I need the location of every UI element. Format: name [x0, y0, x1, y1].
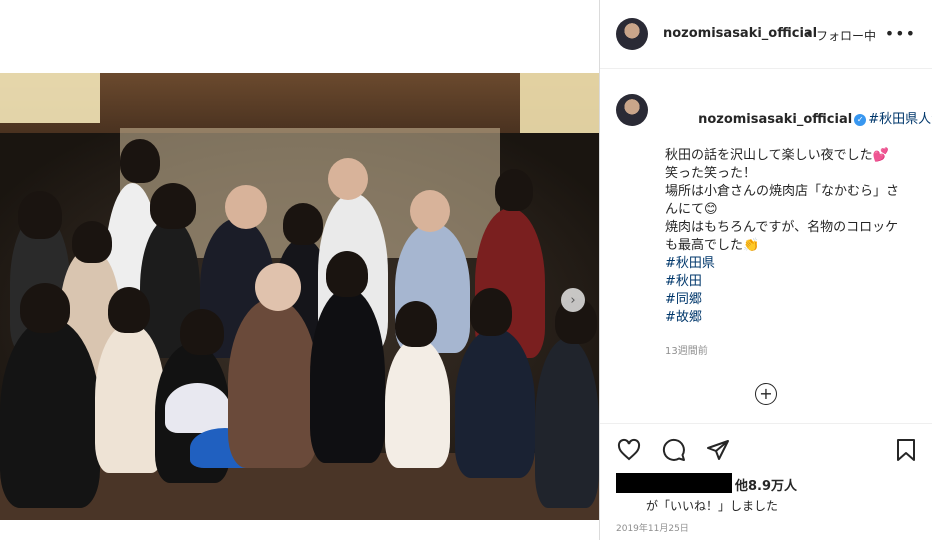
caption-text: nozomisasaki_official✓#秋田県人会 秋田の話を沢山して楽し…: [665, 93, 932, 327]
follow-status-button[interactable]: フォロー中: [816, 27, 876, 44]
hashtag-link[interactable]: #秋田: [665, 273, 905, 291]
photo-lamp-left: [0, 73, 100, 123]
hashtag-link[interactable]: #同郷: [665, 291, 905, 309]
photo-person: [108, 287, 150, 333]
photo-person: [310, 288, 385, 463]
photo-person: [395, 301, 437, 347]
heart-icon[interactable]: [617, 438, 641, 462]
photo-person: [180, 309, 224, 355]
hashtag-link[interactable]: #秋田県: [665, 255, 905, 273]
caption-line: 笑った笑った！: [665, 166, 757, 181]
photo-person: [72, 221, 112, 263]
photo-lamp-right: [520, 73, 599, 133]
photo-person: [535, 338, 599, 508]
photo-person: [120, 139, 160, 183]
caption-line: 場所は小倉さんの焼肉店「なかむら」さ: [665, 184, 900, 199]
photo-person: [20, 283, 70, 333]
hashtag-link[interactable]: #秋田県人会: [868, 112, 932, 127]
photo-person: [165, 383, 230, 433]
post-photo[interactable]: ›: [0, 73, 599, 520]
bookmark-icon[interactable]: [894, 438, 918, 462]
next-photo-button[interactable]: ›: [561, 288, 585, 312]
verified-badge-icon: ✓: [854, 113, 867, 126]
header-username[interactable]: nozomisasaki_official: [663, 26, 817, 41]
likes-count[interactable]: 他8.9万人: [735, 475, 797, 494]
likes-suffix: が「いいね！」しました: [646, 499, 779, 513]
photo-person: [255, 263, 301, 311]
caption-line: んにて😊: [665, 202, 718, 217]
caption-line: 焼肉はもちろんですが、名物のコロッケ: [665, 220, 899, 235]
avatar[interactable]: [616, 18, 648, 50]
caption-line: も最高でした👏: [665, 238, 760, 253]
photo-person: [385, 338, 450, 468]
photo-person: [328, 158, 368, 200]
photo-person: [283, 203, 323, 245]
photo-person: [410, 190, 450, 232]
caption-username[interactable]: nozomisasaki_official: [698, 112, 852, 127]
photo-person: [470, 288, 512, 336]
photo-person: [0, 318, 100, 508]
post-date: 2019年11月25日: [616, 524, 689, 534]
photo-person: [326, 251, 368, 297]
post-time-ago: 13週間前: [665, 346, 708, 357]
header-separator: •: [805, 27, 813, 41]
hashtag-link[interactable]: #故郷: [665, 309, 905, 327]
avatar[interactable]: [616, 94, 648, 126]
comment-icon[interactable]: [662, 438, 686, 462]
caption-line: 秋田の話を沢山して楽しい夜でした💕: [665, 148, 889, 163]
post-details-panel: nozomisasaki_official • フォロー中 ••• nozomi…: [600, 0, 932, 540]
post-actions: 他8.9万人 が「いいね！」しました 2019年11月25日: [600, 423, 932, 541]
post-header: nozomisasaki_official • フォロー中 •••: [600, 0, 932, 69]
photo-person: [150, 183, 196, 229]
add-comment-icon[interactable]: +: [755, 383, 777, 405]
photo-person: [18, 191, 62, 239]
share-icon[interactable]: [706, 438, 730, 462]
photo-person: [225, 185, 267, 229]
more-options-icon[interactable]: •••: [885, 24, 916, 43]
likes-user-redacted: [616, 473, 732, 493]
photo-person: [495, 169, 533, 211]
photo-person: [455, 328, 535, 478]
post-media-area: ›: [0, 0, 599, 540]
photo-person: [228, 298, 318, 468]
